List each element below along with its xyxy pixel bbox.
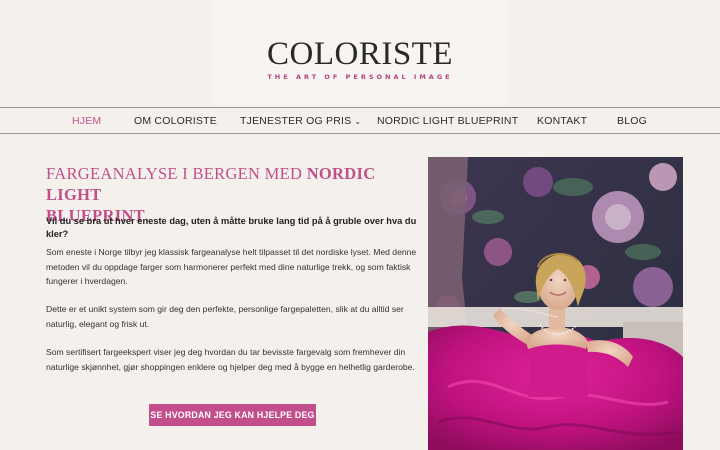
nav-item-kontakt[interactable]: KONTAKT [537, 115, 587, 127]
nav-item-om-coloriste[interactable]: OM COLORISTE [134, 115, 217, 127]
nav-item-hjem[interactable]: HJEM [72, 115, 101, 127]
nav-item-blog[interactable]: BLOG [617, 115, 647, 127]
nav-item-nordic-light-blueprint[interactable]: NORDIC LIGHT BLUEPRINT [377, 115, 518, 127]
intro-paragraph-2: Dette er et unikt system som gir deg den… [46, 304, 404, 329]
nav-item-tjenester-og-pris[interactable]: TJENESTER OG PRIS ⌄ [240, 115, 361, 127]
site-logo[interactable]: COLORISTE [0, 36, 720, 72]
intro-paragraph-3: Som sertifisert fargeekspert viser jeg d… [46, 347, 415, 372]
intro-question: Vil du se bra ut hver eneste dag, uten å… [46, 216, 417, 239]
heading-plain: FARGEANALYSE I BERGEN MED [46, 164, 307, 183]
main-navigation: HJEM OM COLORISTE TJENESTER OG PRIS ⌄ NOR… [0, 107, 720, 134]
intro-paragraph-1: Som eneste i Norge tilbyr jeg klassisk f… [46, 247, 417, 286]
cta-button[interactable]: SE HVORDAN JEG KAN HJELPE DEG [149, 404, 316, 426]
woman-in-pink-dress-image [428, 157, 683, 450]
site-header: COLORISTE THE ART OF PERSONAL IMAGE [0, 0, 720, 108]
nav-item-label: TJENESTER OG PRIS [240, 115, 352, 127]
chevron-down-icon: ⌄ [354, 117, 362, 126]
hero-photo [428, 157, 683, 450]
site-tagline: THE ART OF PERSONAL IMAGE [267, 73, 453, 81]
